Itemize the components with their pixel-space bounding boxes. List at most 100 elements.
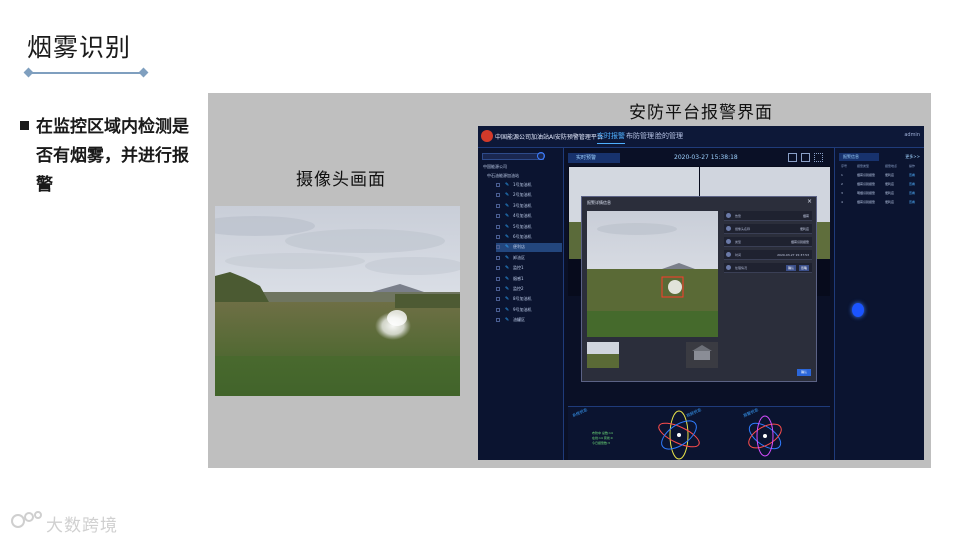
checkbox[interactable] xyxy=(496,224,500,229)
alarm-row[interactable]: 1 烟雾识别报警 便利店 查看 xyxy=(839,172,923,179)
checkbox[interactable] xyxy=(496,183,500,187)
alarm-cell: 3 xyxy=(841,191,843,195)
alarm-thumbnail-1[interactable] xyxy=(587,342,619,368)
layout-single-button[interactable] xyxy=(788,153,797,162)
user-info[interactable]: admin xyxy=(904,132,920,138)
info-row-camera: 摄像头名称 便利店 xyxy=(724,224,812,234)
checkbox[interactable] xyxy=(496,214,500,219)
checkbox[interactable] xyxy=(496,276,500,281)
tab-realtime-alarm[interactable]: 实时报警 xyxy=(597,131,625,144)
device-item[interactable]: ✎ 1号加油机 xyxy=(496,181,562,190)
layout-grid-button[interactable] xyxy=(814,153,823,162)
handle-ignore-button[interactable]: 忽略 xyxy=(799,265,809,271)
info-row-type: 类型 烟雾识别报警 xyxy=(724,237,812,247)
device-item[interactable]: ✎ 6号加油机 xyxy=(496,233,562,242)
checkbox[interactable] xyxy=(496,307,500,312)
alarm-cell: 2 xyxy=(841,182,843,186)
checkbox[interactable] xyxy=(496,255,500,260)
alarm-icon xyxy=(726,213,731,218)
info-value: 烟雾 xyxy=(802,214,809,218)
checkbox[interactable] xyxy=(496,245,500,250)
device-item[interactable]: ✎ 烟感1 xyxy=(496,275,562,284)
checkbox[interactable] xyxy=(496,297,500,302)
video-orbit-graphic xyxy=(658,410,700,460)
info-value: 烟雾识别报警 xyxy=(790,240,809,244)
title-divider xyxy=(28,72,144,74)
handle-confirm-button[interactable]: 确认 xyxy=(786,265,796,271)
platform-topbar: 中国能源公司加油站AI安防预警管理平台 实时报警 布防管理 脸的管理 admin xyxy=(478,126,924,148)
clock-icon xyxy=(726,252,731,257)
close-icon[interactable]: × xyxy=(807,198,812,205)
column-header: 报警地点 xyxy=(885,164,898,168)
layout-quad-button[interactable] xyxy=(801,153,810,162)
platform-label: 安防平台报警界面 xyxy=(629,103,773,123)
tab-face-management[interactable]: 脸的管理 xyxy=(655,131,683,141)
view-link[interactable]: 查看 xyxy=(909,200,915,204)
watermark: 大数跨境 xyxy=(10,509,117,536)
device-search-input[interactable] xyxy=(482,153,544,160)
search-icon[interactable] xyxy=(537,152,545,160)
device-label: 8号加油机 xyxy=(513,296,532,302)
slide-title: 烟雾识别 xyxy=(27,33,132,62)
info-row-time: 时间 2020-03-27 15:37:53 xyxy=(724,250,812,260)
alarm-cell: 4 xyxy=(841,200,843,204)
device-item[interactable]: ✎ 8号加油机 xyxy=(496,295,562,304)
checkbox[interactable] xyxy=(496,266,500,271)
status-panel: 系统状态 视频状态 报警状态 布防中 总数:14 在线:14 离线:0 今日报警… xyxy=(568,406,830,460)
camera-icon: ✎ xyxy=(505,265,510,272)
device-item[interactable]: ✎ 油罐区 xyxy=(496,316,562,325)
checkbox[interactable] xyxy=(496,193,500,198)
camera-icon: ✎ xyxy=(505,213,510,220)
camera-icon: ✎ xyxy=(505,275,510,282)
info-key: 告警 xyxy=(735,214,742,218)
tree-sub-node[interactable]: 中石油能源加油站 xyxy=(487,173,519,179)
view-link[interactable]: 查看 xyxy=(909,173,915,177)
alarm-row[interactable]: 2 烟雾识别报警 便利店 查看 xyxy=(839,181,923,188)
system-status-label: 系统状态 xyxy=(571,406,589,419)
device-item[interactable]: ✎ 4号加油机 xyxy=(496,212,562,221)
tab-defense-management[interactable]: 布防管理 xyxy=(626,131,654,141)
bullet-square-icon xyxy=(20,121,29,130)
camera-icon: ✎ xyxy=(505,254,510,261)
alarm-info-table: 告警 烟雾 摄像头名称 便利店 类型 烟雾识别报警 时间 2020-03-27 … xyxy=(724,211,812,281)
alarm-thumbnail-2[interactable] xyxy=(686,342,718,368)
device-label: 5号加油机 xyxy=(513,223,532,229)
checkbox[interactable] xyxy=(496,203,500,208)
more-link[interactable]: 更多>> xyxy=(905,154,920,160)
device-label: 1号加油机 xyxy=(513,182,532,187)
company-logo-icon xyxy=(481,130,493,142)
view-link[interactable]: 查看 xyxy=(909,191,915,195)
alarm-row[interactable]: 4 烟雾识别报警 便利店 查看 xyxy=(839,199,923,206)
alarm-cell: 烟雾识别报警 xyxy=(857,200,876,204)
info-key: 时间 xyxy=(735,253,742,257)
device-label: 2号加油机 xyxy=(513,192,532,198)
device-item[interactable]: ✎ 2号加油机 xyxy=(496,191,562,200)
tree-root-node[interactable]: 中国能源公司 xyxy=(483,164,507,170)
alarm-list-title: 报警信息 xyxy=(839,153,879,161)
device-label: 监控2 xyxy=(513,286,524,291)
alarm-orbit-graphic xyxy=(748,415,782,457)
alarm-cell: 便利店 xyxy=(885,191,895,195)
device-label: 烟感1 xyxy=(513,275,524,281)
device-label: 油罐区 xyxy=(513,317,525,323)
view-link[interactable]: 查看 xyxy=(909,182,915,186)
dialog-confirm-button[interactable]: 确认 xyxy=(797,369,811,376)
realtime-warning-tab[interactable]: 实时预警 xyxy=(568,153,620,163)
device-item[interactable]: ✎ 9号加油机 xyxy=(496,306,562,315)
device-item[interactable]: ✎ 卸油区 xyxy=(496,254,562,263)
device-item[interactable]: ✎ 监控2 xyxy=(496,285,562,294)
device-item[interactable]: ✎ 3号加油机 xyxy=(496,202,562,211)
info-value: 便利店 xyxy=(799,227,809,231)
monitor-main-area: 实时预警 2020-03-27 15:38:18 报警详情信息 × 告警 烟雾 … xyxy=(564,148,834,460)
camera-icon: ✎ xyxy=(505,306,510,313)
alarm-cell: 便利店 xyxy=(885,173,895,177)
checkbox[interactable] xyxy=(496,235,500,239)
device-item[interactable]: ✎ 5号加油机 xyxy=(496,223,562,232)
checkbox[interactable] xyxy=(496,318,500,323)
checkbox[interactable] xyxy=(496,287,500,291)
device-item[interactable]: ✎ 监控1 xyxy=(496,264,562,273)
slide: 烟雾识别 在监控区域内检测是否有烟雾，并进行报警 摄像头画面 安防平台报警界面 xyxy=(0,0,960,540)
camera-icon: ✎ xyxy=(505,244,510,251)
alarm-row[interactable]: 3 明烟识别报警 便利店 查看 xyxy=(839,190,923,197)
device-item[interactable]: ✎ 便利店 xyxy=(496,243,562,253)
